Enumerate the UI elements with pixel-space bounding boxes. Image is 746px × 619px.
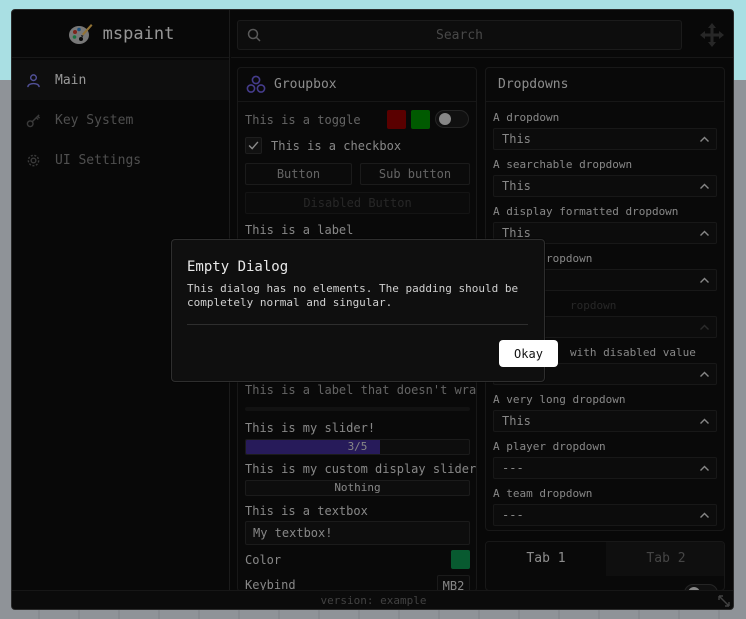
okay-button[interactable]: Okay (499, 340, 558, 367)
dialog-body: This dialog has no elements. The padding… (187, 282, 519, 309)
dialog-title: Empty Dialog (187, 259, 289, 275)
empty-dialog: Empty Dialog This dialog has no elements… (171, 239, 558, 382)
dialog-divider (187, 324, 528, 325)
